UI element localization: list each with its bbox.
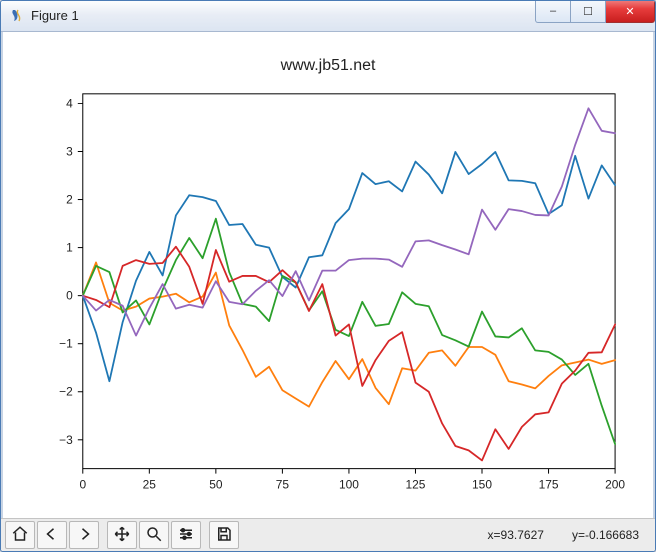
svg-text:125: 125 bbox=[405, 477, 425, 491]
magnifier-icon bbox=[145, 525, 163, 546]
svg-text:1: 1 bbox=[66, 240, 73, 254]
svg-text:0: 0 bbox=[66, 288, 73, 302]
plot-canvas[interactable]: www.jb51.net 0 25 50 75 100 125 150 175 200 −3 −2 −1… bbox=[1, 32, 655, 518]
back-button[interactable] bbox=[37, 521, 67, 549]
status-readout: x=93.7627 y=-0.166683 bbox=[488, 528, 639, 542]
status-y: y=-0.166683 bbox=[572, 528, 639, 542]
sliders-icon bbox=[177, 525, 195, 546]
svg-text:4: 4 bbox=[66, 96, 73, 110]
svg-text:3: 3 bbox=[66, 144, 73, 158]
svg-text:50: 50 bbox=[209, 477, 223, 491]
chart: www.jb51.net 0 25 50 75 100 125 150 175 200 −3 −2 −1… bbox=[13, 40, 643, 514]
status-x: x=93.7627 bbox=[488, 528, 544, 542]
svg-text:2: 2 bbox=[66, 192, 73, 206]
move-icon bbox=[113, 525, 131, 546]
svg-text:25: 25 bbox=[143, 477, 157, 491]
floppy-icon bbox=[215, 525, 233, 546]
svg-text:−1: −1 bbox=[59, 336, 73, 350]
arrow-left-icon bbox=[43, 525, 61, 546]
home-button[interactable] bbox=[5, 521, 35, 549]
svg-text:150: 150 bbox=[472, 477, 492, 491]
close-button[interactable]: ✕ bbox=[606, 0, 655, 23]
save-button[interactable] bbox=[209, 521, 239, 549]
svg-text:200: 200 bbox=[605, 477, 625, 491]
pan-button[interactable] bbox=[107, 521, 137, 549]
svg-text:−2: −2 bbox=[59, 385, 73, 399]
zoom-button[interactable] bbox=[139, 521, 169, 549]
home-icon bbox=[11, 525, 29, 546]
maximize-button[interactable]: ☐ bbox=[571, 0, 606, 23]
svg-text:www.jb51.net: www.jb51.net bbox=[280, 57, 376, 74]
window-title: Figure 1 bbox=[31, 8, 535, 23]
forward-button[interactable] bbox=[69, 521, 99, 549]
arrow-right-icon bbox=[75, 525, 93, 546]
titlebar[interactable]: Figure 1 – ☐ ✕ bbox=[1, 1, 655, 32]
app-icon bbox=[9, 8, 25, 24]
svg-text:0: 0 bbox=[79, 477, 86, 491]
svg-text:175: 175 bbox=[539, 477, 559, 491]
figure-window: Figure 1 – ☐ ✕ www.jb51.net 0 25 50 75 100 125… bbox=[0, 0, 656, 552]
configure-button[interactable] bbox=[171, 521, 201, 549]
svg-text:−3: −3 bbox=[59, 433, 73, 447]
svg-text:100: 100 bbox=[339, 477, 359, 491]
toolbar: x=93.7627 y=-0.166683 bbox=[1, 518, 655, 551]
svg-text:75: 75 bbox=[276, 477, 290, 491]
minimize-button[interactable]: – bbox=[535, 0, 571, 23]
